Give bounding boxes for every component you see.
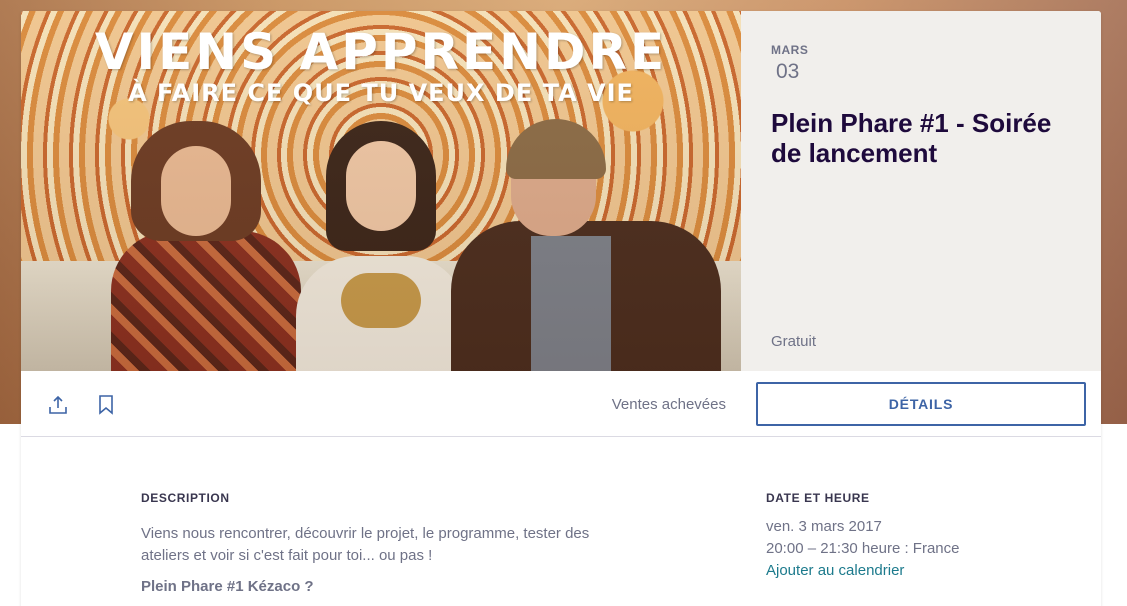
date-time-heading: DATE ET HEURE	[766, 491, 870, 505]
event-date-full: ven. 3 mars 2017	[766, 518, 882, 535]
action-bar: Ventes achevées DÉTAILS	[21, 371, 1101, 437]
add-to-calendar-link[interactable]: Ajouter au calendrier	[766, 562, 904, 579]
event-card: VIENS APPRENDRE À FAIRE CE QUE TU VEUX D…	[21, 11, 1101, 606]
share-icon[interactable]	[46, 393, 70, 417]
event-price: Gratuit	[771, 333, 817, 350]
description-heading: DESCRIPTION	[141, 491, 230, 505]
event-title: Plein Phare #1 - Soirée de lancement	[771, 108, 1052, 168]
bookmark-icon[interactable]	[94, 393, 118, 417]
description-subheading: Plein Phare #1 Kézaco ?	[141, 578, 314, 595]
sales-status: Ventes achevées	[611, 396, 726, 413]
event-date-month: MARS	[771, 43, 809, 57]
hero-subtitle: À FAIRE CE QUE TU VEUX DE TA VIE	[128, 79, 634, 107]
details-button[interactable]: DÉTAILS	[756, 382, 1086, 426]
event-hero-image: VIENS APPRENDRE À FAIRE CE QUE TU VEUX D…	[21, 11, 741, 371]
event-time-range: 20:00 – 21:30 heure : France	[766, 540, 960, 557]
event-info-panel: MARS 03 Plein Phare #1 - Soirée de lance…	[741, 11, 1101, 371]
event-date-day: 03	[776, 60, 800, 83]
hero-title: VIENS APPRENDRE	[94, 23, 668, 81]
description-text: Viens nous rencontrer, découvrir le proj…	[141, 525, 590, 564]
